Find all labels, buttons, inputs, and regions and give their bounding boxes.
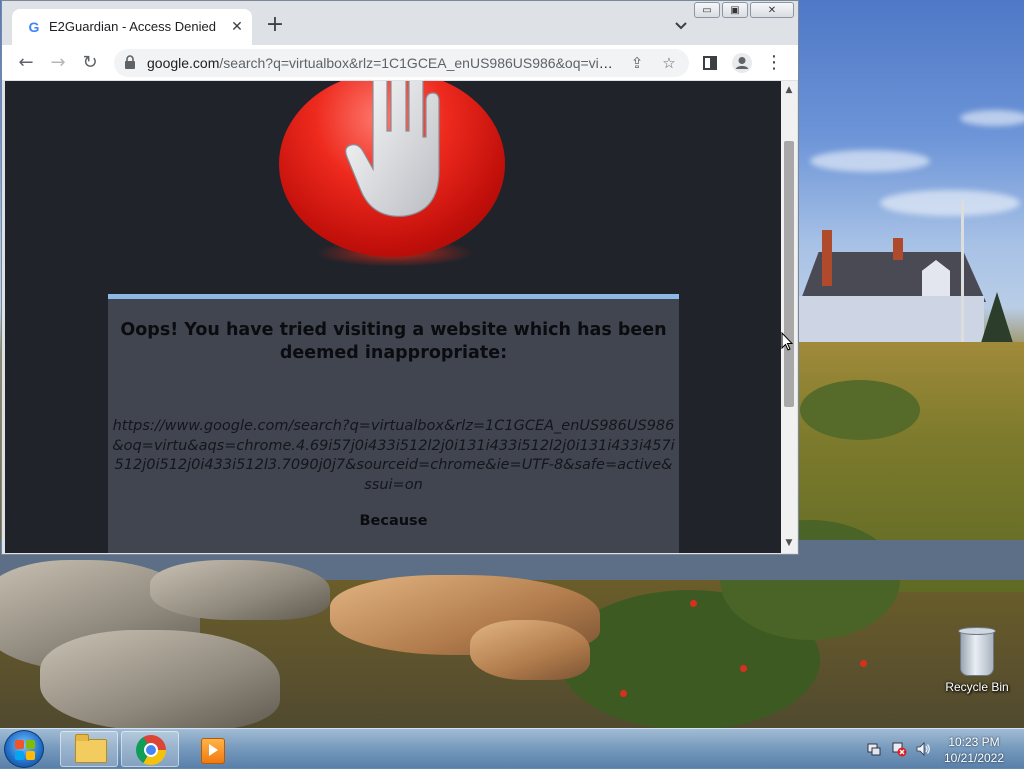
taskbar-chrome[interactable] bbox=[121, 731, 179, 767]
scroll-up-icon[interactable]: ▲ bbox=[784, 85, 794, 95]
tab-search-icon[interactable] bbox=[672, 17, 690, 35]
tab-title: E2Guardian - Access Denied bbox=[49, 19, 216, 34]
reload-icon[interactable]: ↻ bbox=[79, 52, 101, 74]
page-viewport: Oops! You have tried visiting a website … bbox=[5, 81, 781, 553]
taskbar: 10:23 PM 10/21/2022 bbox=[0, 728, 1024, 769]
scroll-thumb[interactable] bbox=[784, 141, 794, 407]
share-icon[interactable]: ⇪ bbox=[628, 54, 646, 72]
recycle-bin-label: Recycle Bin bbox=[945, 680, 1009, 694]
action-center-icon[interactable] bbox=[866, 741, 882, 757]
forward-icon[interactable]: → bbox=[47, 52, 69, 74]
stop-hand-image bbox=[279, 81, 509, 271]
media-player-icon bbox=[201, 738, 225, 764]
profile-avatar-icon[interactable] bbox=[731, 52, 753, 74]
browser-window: G E2Guardian - Access Denied ✕ + ▭ ▣ ✕ ←… bbox=[1, 0, 799, 555]
block-message-box: Oops! You have tried visiting a website … bbox=[108, 294, 679, 553]
stop-hand-icon bbox=[345, 81, 440, 217]
close-button[interactable]: ✕ bbox=[750, 2, 794, 18]
browser-toolbar: ← → ↻ google.com/search?q=virtualbox&rlz… bbox=[2, 45, 798, 80]
new-tab-button[interactable]: + bbox=[264, 14, 286, 36]
because-label: Because bbox=[359, 513, 428, 529]
vertical-scrollbar[interactable]: ▲ ▼ bbox=[781, 81, 797, 553]
block-title: Oops! You have tried visiting a website … bbox=[120, 320, 667, 363]
mouse-cursor-icon bbox=[781, 332, 793, 351]
recycle-bin-icon bbox=[958, 627, 996, 676]
url-text[interactable]: google.com/search?q=virtualbox&rlz=1C1GC… bbox=[147, 55, 617, 71]
volume-icon[interactable] bbox=[915, 741, 931, 757]
url-host: google.com bbox=[147, 55, 220, 71]
system-clock[interactable]: 10:23 PM 10/21/2022 bbox=[938, 734, 1010, 766]
recycle-bin[interactable]: Recycle Bin bbox=[942, 627, 1012, 694]
back-icon[interactable]: ← bbox=[15, 52, 37, 74]
tab-strip: G E2Guardian - Access Denied ✕ + ▭ ▣ ✕ bbox=[2, 1, 798, 45]
scroll-down-icon[interactable]: ▼ bbox=[784, 538, 794, 548]
clock-time: 10:23 PM bbox=[948, 735, 1000, 749]
menu-kebab-icon[interactable]: ⋮ bbox=[763, 52, 785, 74]
chrome-icon bbox=[136, 735, 166, 765]
blocked-url: https://www.google.com/search?q=virtualb… bbox=[112, 418, 675, 493]
lock-icon[interactable] bbox=[124, 55, 136, 69]
bookmark-star-icon[interactable]: ☆ bbox=[660, 54, 678, 72]
network-error-icon[interactable] bbox=[891, 741, 907, 757]
side-panel-icon[interactable] bbox=[699, 52, 721, 74]
clock-date: 10/21/2022 bbox=[943, 751, 1005, 765]
tab-active[interactable]: G E2Guardian - Access Denied ✕ bbox=[12, 9, 252, 45]
google-favicon-icon: G bbox=[28, 19, 40, 35]
maximize-button[interactable]: ▣ bbox=[722, 2, 748, 18]
start-button[interactable] bbox=[4, 730, 44, 768]
tab-close-icon[interactable]: ✕ bbox=[228, 18, 246, 36]
taskbar-media-player[interactable] bbox=[182, 731, 240, 767]
address-bar[interactable]: google.com/search?q=virtualbox&rlz=1C1GC… bbox=[114, 49, 689, 77]
folder-icon bbox=[75, 734, 107, 763]
taskbar-explorer[interactable] bbox=[60, 731, 118, 767]
windows-logo-icon bbox=[15, 740, 35, 760]
url-path: /search?q=virtualbox&rlz=1C1GCEA_enUS986… bbox=[219, 55, 617, 71]
minimize-button[interactable]: ▭ bbox=[694, 2, 720, 18]
